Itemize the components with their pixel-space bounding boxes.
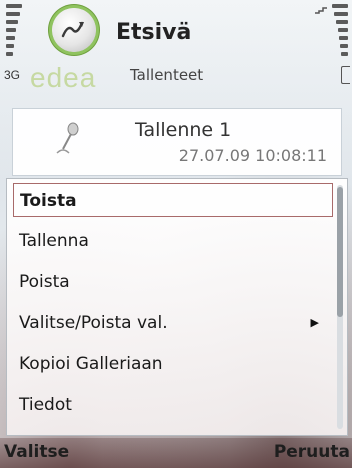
menu-item-label: Kopioi Galleriaan <box>19 354 163 374</box>
menu-item-label: Toista <box>20 191 77 211</box>
signal-strength-indicator <box>6 2 22 62</box>
voice-recorder-icon <box>52 8 96 52</box>
recording-timestamp: 27.07.09 10:08:11 <box>178 146 327 165</box>
menu-scrollbar[interactable] <box>337 185 343 429</box>
menu-item-label: Tallenna <box>19 231 89 251</box>
recording-name: Tallenne 1 <box>135 119 232 141</box>
submenu-arrow-icon: ▶ <box>310 316 319 329</box>
page-subtitle: Tallenteet <box>130 66 204 84</box>
connection-icon <box>314 5 330 18</box>
page-title: Etsivä <box>116 20 192 45</box>
right-softkey[interactable]: Peruuta <box>274 442 350 462</box>
network-type-label: 3G <box>4 68 21 82</box>
options-menu: Toista Tallenna Poista Valitse/Poista va… <box>6 178 348 436</box>
phone-screen: 3G edea Etsivä Tallenteet Tallenne 1 27.… <box>0 0 352 468</box>
left-softkey[interactable]: Valitse <box>4 442 69 462</box>
menu-item-label: Poista <box>19 272 70 292</box>
menu-item-label: Tiedot <box>19 395 72 415</box>
menu-item-tiedot[interactable]: Tiedot <box>13 388 333 422</box>
operator-logo: edea <box>30 62 97 93</box>
scrollbar-thumb[interactable] <box>337 187 343 317</box>
battery-indicator <box>332 4 348 58</box>
menu-item-poista[interactable]: Poista <box>13 265 333 299</box>
menu-item-valitse-poista-val[interactable]: Valitse/Poista val. ▶ <box>13 306 333 340</box>
menu-item-label: Valitse/Poista val. <box>19 313 168 333</box>
menu-item-toista[interactable]: Toista <box>13 183 333 217</box>
battery-icon <box>341 66 350 84</box>
menu-item-kopioi-galleriaan[interactable]: Kopioi Galleriaan <box>13 347 333 381</box>
recording-entry[interactable]: Tallenne 1 27.07.09 10:08:11 <box>12 108 342 176</box>
microphone-icon <box>53 121 83 165</box>
softkey-bar: Valitse Peruuta <box>0 438 352 468</box>
menu-item-tallenna[interactable]: Tallenna <box>13 224 333 258</box>
